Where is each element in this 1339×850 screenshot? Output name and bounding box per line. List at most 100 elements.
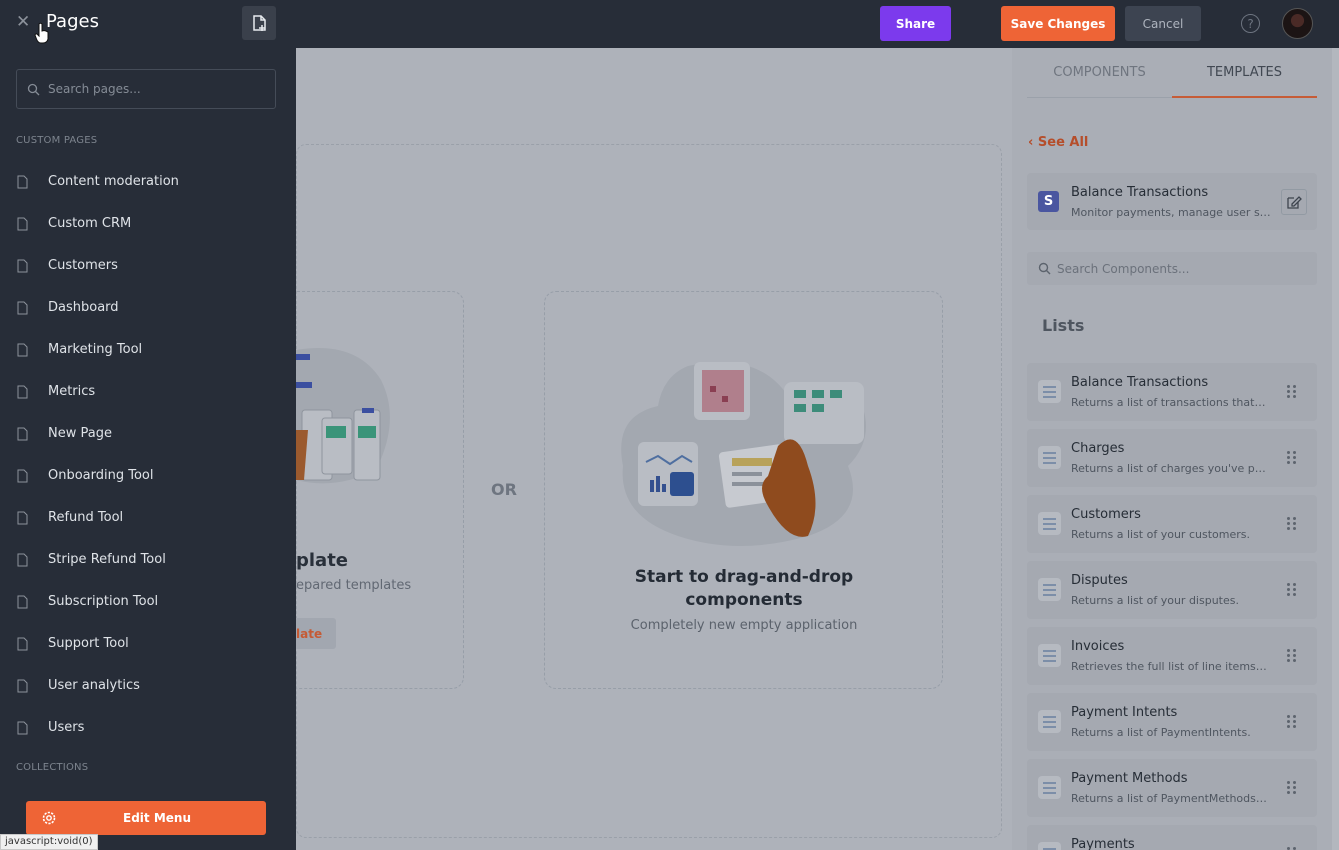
- page-item[interactable]: Support Tool: [0, 623, 296, 665]
- search-icon: [1038, 262, 1051, 275]
- collections-heading: COLLECTIONS: [16, 762, 89, 773]
- drawer-title: Pages: [46, 11, 99, 32]
- component-title: Customers: [1071, 507, 1141, 522]
- close-icon[interactable]: ✕: [16, 13, 32, 31]
- document-icon: [17, 175, 28, 189]
- page-item[interactable]: Content moderation: [0, 161, 296, 203]
- component-item[interactable]: Charges Returns a list of charges you've…: [1027, 429, 1317, 487]
- component-description: Returns a list of your disputes.: [1071, 594, 1239, 607]
- document-icon: [17, 427, 28, 441]
- page-item[interactable]: User analytics: [0, 665, 296, 707]
- page-label: Dashboard: [48, 300, 119, 315]
- page-item[interactable]: New Page: [0, 413, 296, 455]
- template-card-title: plate: [296, 550, 349, 571]
- document-icon: [17, 343, 28, 357]
- list-icon: [1038, 710, 1061, 733]
- or-separator: OR: [491, 480, 517, 499]
- component-title: Payments: [1071, 837, 1135, 850]
- hand-cursor-icon: [34, 22, 49, 44]
- avatar[interactable]: [1282, 8, 1313, 39]
- chevron-left-icon: ‹: [1028, 135, 1034, 150]
- page-search[interactable]: [16, 69, 276, 109]
- new-page-icon: [253, 15, 266, 31]
- document-icon: [17, 259, 28, 273]
- drag-handle-icon[interactable]: [1287, 649, 1297, 663]
- component-item[interactable]: Payment Methods Returns a list of Paymen…: [1027, 759, 1317, 817]
- see-all-link[interactable]: ‹ See All: [1028, 135, 1088, 150]
- component-title: Balance Transactions: [1071, 375, 1209, 390]
- component-item[interactable]: Disputes Returns a list of your disputes…: [1027, 561, 1317, 619]
- drag-handle-icon[interactable]: [1287, 517, 1297, 531]
- template-illustration: [296, 348, 390, 484]
- page-item[interactable]: Subscription Tool: [0, 581, 296, 623]
- edit-icon[interactable]: [1281, 189, 1307, 215]
- add-page-button[interactable]: [242, 6, 276, 40]
- stripe-logo-icon: S: [1038, 191, 1059, 212]
- component-title: Payment Methods: [1071, 771, 1188, 786]
- edit-menu-label: Edit Menu: [123, 811, 191, 825]
- page-item[interactable]: Refund Tool: [0, 497, 296, 539]
- page-label: Onboarding Tool: [48, 468, 154, 483]
- cancel-button[interactable]: Cancel: [1125, 6, 1201, 41]
- component-item[interactable]: Balance Transactions Returns a list of t…: [1027, 363, 1317, 421]
- component-description: Returns a list of PaymentIntents.: [1071, 726, 1251, 739]
- see-all-label: See All: [1037, 135, 1089, 150]
- document-icon: [17, 511, 28, 525]
- page-item[interactable]: Stripe Refund Tool: [0, 539, 296, 581]
- component-item[interactable]: Invoices Retrieves the full list of line…: [1027, 627, 1317, 685]
- drag-handle-icon[interactable]: [1287, 715, 1297, 729]
- component-description: Returns a list of charges you've previou…: [1071, 462, 1267, 475]
- list-icon: [1038, 446, 1061, 469]
- drag-handle-icon[interactable]: [1287, 583, 1297, 597]
- featured-template-description: Monitor payments, manage user subscripti…: [1071, 206, 1271, 219]
- component-description: Returns a list of PaymentMethods for a c…: [1071, 792, 1267, 805]
- tab-templates[interactable]: TEMPLATES: [1172, 48, 1317, 98]
- page-item[interactable]: Marketing Tool: [0, 329, 296, 371]
- tab-components[interactable]: COMPONENTS: [1027, 48, 1172, 98]
- panel-scrollbar[interactable]: [1332, 48, 1339, 850]
- page-item[interactable]: Metrics: [0, 371, 296, 413]
- featured-template-card[interactable]: S Balance Transactions Monitor payments,…: [1027, 173, 1317, 230]
- page-label: Marketing Tool: [48, 342, 143, 357]
- status-bar-url: javascript:void(0): [0, 834, 98, 850]
- document-icon: [17, 721, 28, 735]
- share-button[interactable]: Share: [880, 6, 951, 41]
- list-icon: [1038, 578, 1061, 601]
- page-search-input[interactable]: [48, 70, 268, 108]
- page-label: New Page: [48, 426, 112, 441]
- edit-menu-button[interactable]: Edit Menu: [26, 801, 266, 835]
- drag-handle-icon[interactable]: [1287, 781, 1297, 795]
- page-label: Subscription Tool: [48, 594, 159, 609]
- component-search-input[interactable]: [1057, 252, 1307, 285]
- component-search[interactable]: [1027, 252, 1317, 285]
- page-item[interactable]: Users: [0, 707, 296, 749]
- page-label: Refund Tool: [48, 510, 124, 525]
- page-item[interactable]: Custom CRM: [0, 203, 296, 245]
- list-icon: [1038, 644, 1061, 667]
- page-item[interactable]: Onboarding Tool: [0, 455, 296, 497]
- page-label: Customers: [48, 258, 118, 273]
- search-icon: [27, 83, 40, 96]
- document-icon: [17, 595, 28, 609]
- save-changes-button[interactable]: Save Changes: [1001, 6, 1115, 41]
- component-item[interactable]: Payment Intents Returns a list of Paymen…: [1027, 693, 1317, 751]
- page-item[interactable]: Dashboard: [0, 287, 296, 329]
- component-title: Payment Intents: [1071, 705, 1178, 720]
- component-list: Balance Transactions Returns a list of t…: [1027, 363, 1317, 850]
- document-icon: [17, 301, 28, 315]
- page-label: Metrics: [48, 384, 96, 399]
- choose-template-button[interactable]: late: [296, 618, 336, 649]
- list-icon: [1038, 380, 1061, 403]
- page-label: Custom CRM: [48, 216, 132, 231]
- page-label: Support Tool: [48, 636, 129, 651]
- document-icon: [17, 217, 28, 231]
- component-item[interactable]: Payments: [1027, 825, 1317, 850]
- page-label: Content moderation: [48, 174, 179, 189]
- component-item[interactable]: Customers Returns a list of your custome…: [1027, 495, 1317, 553]
- drag-handle-icon[interactable]: [1287, 385, 1297, 399]
- drag-handle-icon[interactable]: [1287, 451, 1297, 465]
- pages-drawer: ✕ Pages CUSTOM PAGES Content moderation …: [0, 0, 296, 850]
- drag-drop-card-title: Start to drag-and-drop components: [634, 567, 854, 610]
- help-icon[interactable]: ?: [1241, 14, 1260, 33]
- page-item[interactable]: Customers: [0, 245, 296, 287]
